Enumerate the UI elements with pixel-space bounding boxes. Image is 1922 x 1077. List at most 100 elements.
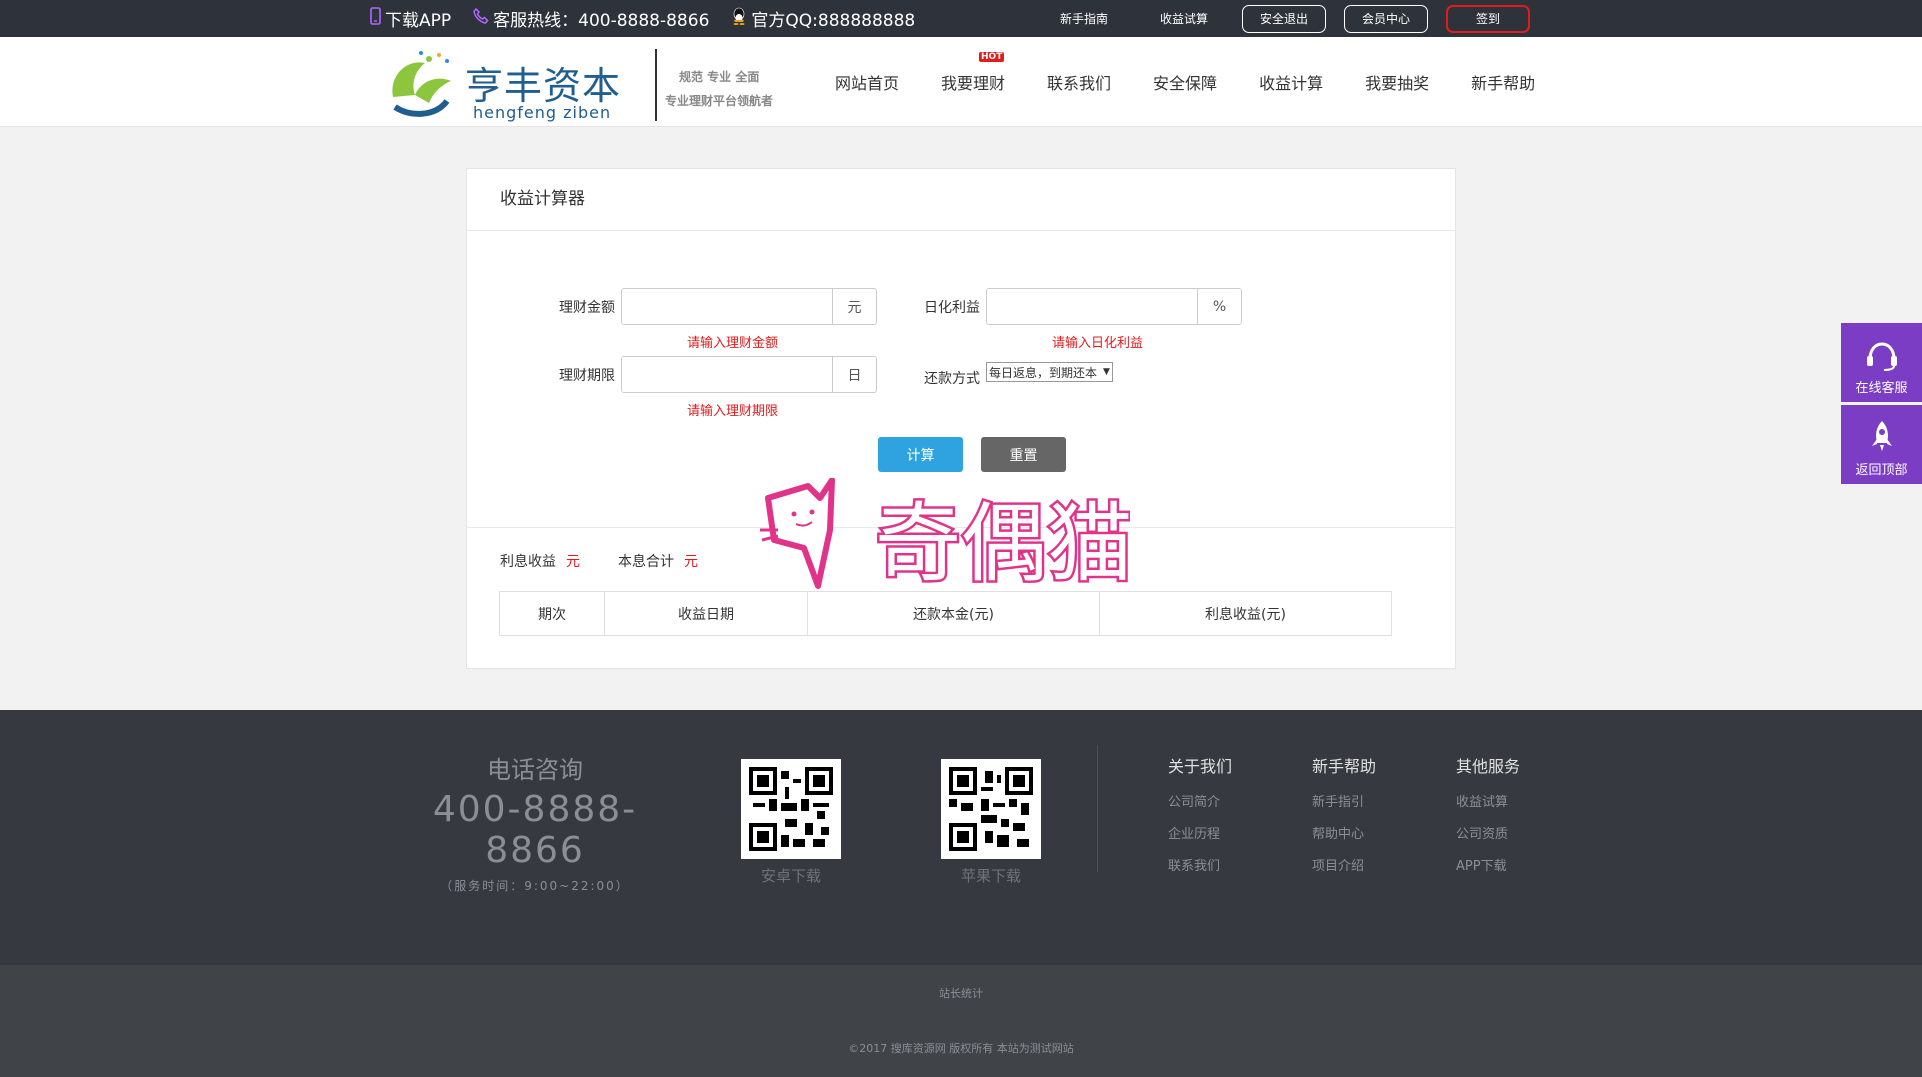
total-summary: 本息合计元 [618, 551, 698, 571]
slogan-line-1: 规范 专业 全面 [679, 70, 760, 84]
top-bar-right: 新手指南 收益试算 安全退出 会员中心 签到 [1060, 0, 1548, 37]
rate-label: 日化利益 [924, 299, 980, 316]
top-bar: 下载APP 客服热线：400-8888-8866 官方QQ:888888888 … [0, 0, 1922, 37]
footer: 电话咨询 400-8888-8866 （服务时间：9:00~22:00） 安卓下… [0, 710, 1922, 965]
rate-unit: % [1197, 289, 1241, 324]
calculator-panel: 收益计算器 理财金额 元 请输入理财金额 日化利益 % 请输入日化利益 理财期限… [466, 168, 1456, 669]
logo-emblem-icon [392, 51, 451, 117]
member-center-button[interactable]: 会员中心 [1344, 4, 1429, 33]
amount-input-group: 元 [621, 288, 877, 325]
rate-input[interactable] [987, 289, 1197, 324]
footer-link[interactable]: 公司资质 [1456, 819, 1566, 851]
back-to-top-button[interactable]: 返回顶部 [1841, 405, 1922, 484]
logo-chinese-name: 亨丰资本 [465, 64, 622, 108]
nav-item-invest[interactable]: 我要理财 HOT [941, 52, 1006, 94]
svg-text:奇偶猫: 奇偶猫 [875, 494, 1130, 593]
ios-download-label[interactable]: 苹果下载 [941, 865, 1041, 886]
footer-link[interactable]: 项目介绍 [1312, 851, 1422, 883]
phone-title: 电话咨询 [487, 756, 583, 784]
android-qr-code [741, 759, 841, 859]
main-nav: 网站首页 我要理财 HOT 联系我们 安全保障 收益计算 我要抽奖 新手帮助 [835, 37, 1577, 127]
col-interest: 利息收益(元) [1099, 591, 1392, 636]
footer-link[interactable]: 新手指引 [1312, 787, 1422, 819]
top-bar-left: 下载APP 客服热线：400-8888-8866 官方QQ:888888888 [370, 0, 937, 37]
qq-label: 官方QQ:888888888 [751, 11, 916, 31]
logout-button[interactable]: 安全退出 [1242, 4, 1327, 33]
watermark-text: 奇偶猫 [873, 492, 1131, 594]
total-unit: 元 [684, 554, 698, 570]
download-app-label: 下载APP [385, 11, 452, 31]
header-divider [655, 49, 657, 121]
header: 亨丰资本 hengfeng ziben 规范 专业 全面 专业理财平台领航者 网… [0, 37, 1922, 127]
nav-item-home[interactable]: 网站首页 [835, 70, 899, 94]
interest-summary: 利息收益元 [500, 551, 580, 571]
copyright: ©2017 搜库资源网 版权所有 本站为测试网站 [848, 1042, 1074, 1055]
result-table: 期次 收益日期 还款本金(元) 利息收益(元) [499, 591, 1392, 636]
interest-unit: 元 [566, 554, 580, 570]
android-download-label[interactable]: 安卓下载 [741, 865, 841, 886]
hotline: 客服热线：400-8888-8866 [473, 6, 709, 31]
col-principal: 还款本金(元) [807, 591, 1100, 636]
footer-link[interactable]: 收益试算 [1456, 787, 1566, 819]
table-header-row: 期次 收益日期 还款本金(元) 利息收益(元) [499, 591, 1392, 636]
online-service-button[interactable]: 在线客服 [1841, 323, 1922, 402]
back-to-top-label: 返回顶部 [1855, 463, 1908, 478]
amount-error: 请输入理财金额 [687, 336, 779, 351]
qq-penguin-icon [731, 7, 747, 30]
period-input[interactable] [622, 357, 832, 392]
slogan-line-2: 专业理财平台领航者 [665, 94, 774, 108]
col-period: 期次 [499, 591, 605, 636]
footer-link[interactable]: 企业历程 [1168, 819, 1278, 851]
qr-code-icon [949, 767, 1033, 851]
sign-in-button[interactable]: 签到 [1446, 4, 1531, 33]
site-logo[interactable]: 亨丰资本 hengfeng ziben [385, 45, 625, 123]
amount-input[interactable] [622, 289, 832, 324]
method-selected-value: 每日返息，到期还本 [989, 365, 1098, 380]
nav-item-lottery[interactable]: 我要抽奖 [1365, 70, 1429, 94]
nav-item-calculator[interactable]: 收益计算 [1259, 70, 1323, 94]
phone-number: 400-8888-8866 [432, 789, 638, 871]
footer-link[interactable]: 联系我们 [1168, 851, 1278, 883]
rate-error: 请输入日化利益 [1052, 336, 1144, 351]
period-unit: 日 [832, 357, 876, 392]
rate-input-group: % [986, 288, 1242, 325]
nav-item-contact[interactable]: 联系我们 [1047, 70, 1111, 94]
method-select[interactable]: 每日返息，到期还本 ▼ [986, 362, 1113, 382]
ios-qr-code [941, 759, 1041, 859]
footer-link[interactable]: 帮助中心 [1312, 819, 1422, 851]
nav-item-security[interactable]: 安全保障 [1153, 70, 1217, 94]
footer-link[interactable]: APP下载 [1456, 851, 1566, 883]
footer-col-help: 新手帮助 新手指引 帮助中心 项目介绍 [1312, 753, 1422, 883]
nav-item-invest-label: 我要理财 [941, 74, 1006, 93]
slogan: 规范 专业 全面 专业理财平台领航者 [665, 65, 773, 113]
beginner-guide-link[interactable]: 新手指南 [1060, 10, 1108, 27]
site-stats-link[interactable]: 站长统计 [0, 985, 1922, 1001]
download-app-link[interactable]: 下载APP [370, 6, 451, 31]
footer-col-title: 新手帮助 [1312, 757, 1377, 776]
footer-col-services: 其他服务 收益试算 公司资质 APP下载 [1456, 753, 1566, 883]
online-service-label: 在线客服 [1855, 381, 1908, 396]
calculate-button[interactable]: 计算 [878, 437, 963, 472]
chevron-down-icon: ▼ [1103, 367, 1110, 377]
period-row: 理财期限 日 [545, 356, 877, 393]
income-trial-link[interactable]: 收益试算 [1160, 10, 1208, 27]
nav-item-help[interactable]: 新手帮助 [1471, 70, 1535, 94]
logo-english-name: hengfeng ziben [473, 103, 612, 122]
period-error: 请输入理财期限 [687, 404, 779, 419]
footer-link[interactable]: 公司简介 [1168, 787, 1278, 819]
watermark-logo: 奇偶猫 [760, 477, 1131, 594]
col-date: 收益日期 [604, 591, 808, 636]
qq-info: 官方QQ:888888888 [731, 6, 915, 31]
reset-button[interactable]: 重置 [981, 437, 1066, 472]
rocket-icon [1871, 421, 1892, 451]
period-input-group: 日 [621, 356, 877, 393]
period-label: 理财期限 [559, 367, 615, 384]
hot-badge: HOT [979, 52, 1005, 62]
interest-label: 利息收益 [500, 554, 556, 570]
total-label: 本息合计 [618, 554, 674, 570]
rate-row: 日化利益 % [910, 288, 1242, 325]
footer-col-about: 关于我们 公司简介 企业历程 联系我们 [1168, 753, 1278, 883]
footer-divider [1097, 745, 1098, 872]
amount-unit: 元 [832, 289, 876, 324]
footer-phone: 电话咨询 400-8888-8866 （服务时间：9:00~22:00） [400, 750, 670, 894]
